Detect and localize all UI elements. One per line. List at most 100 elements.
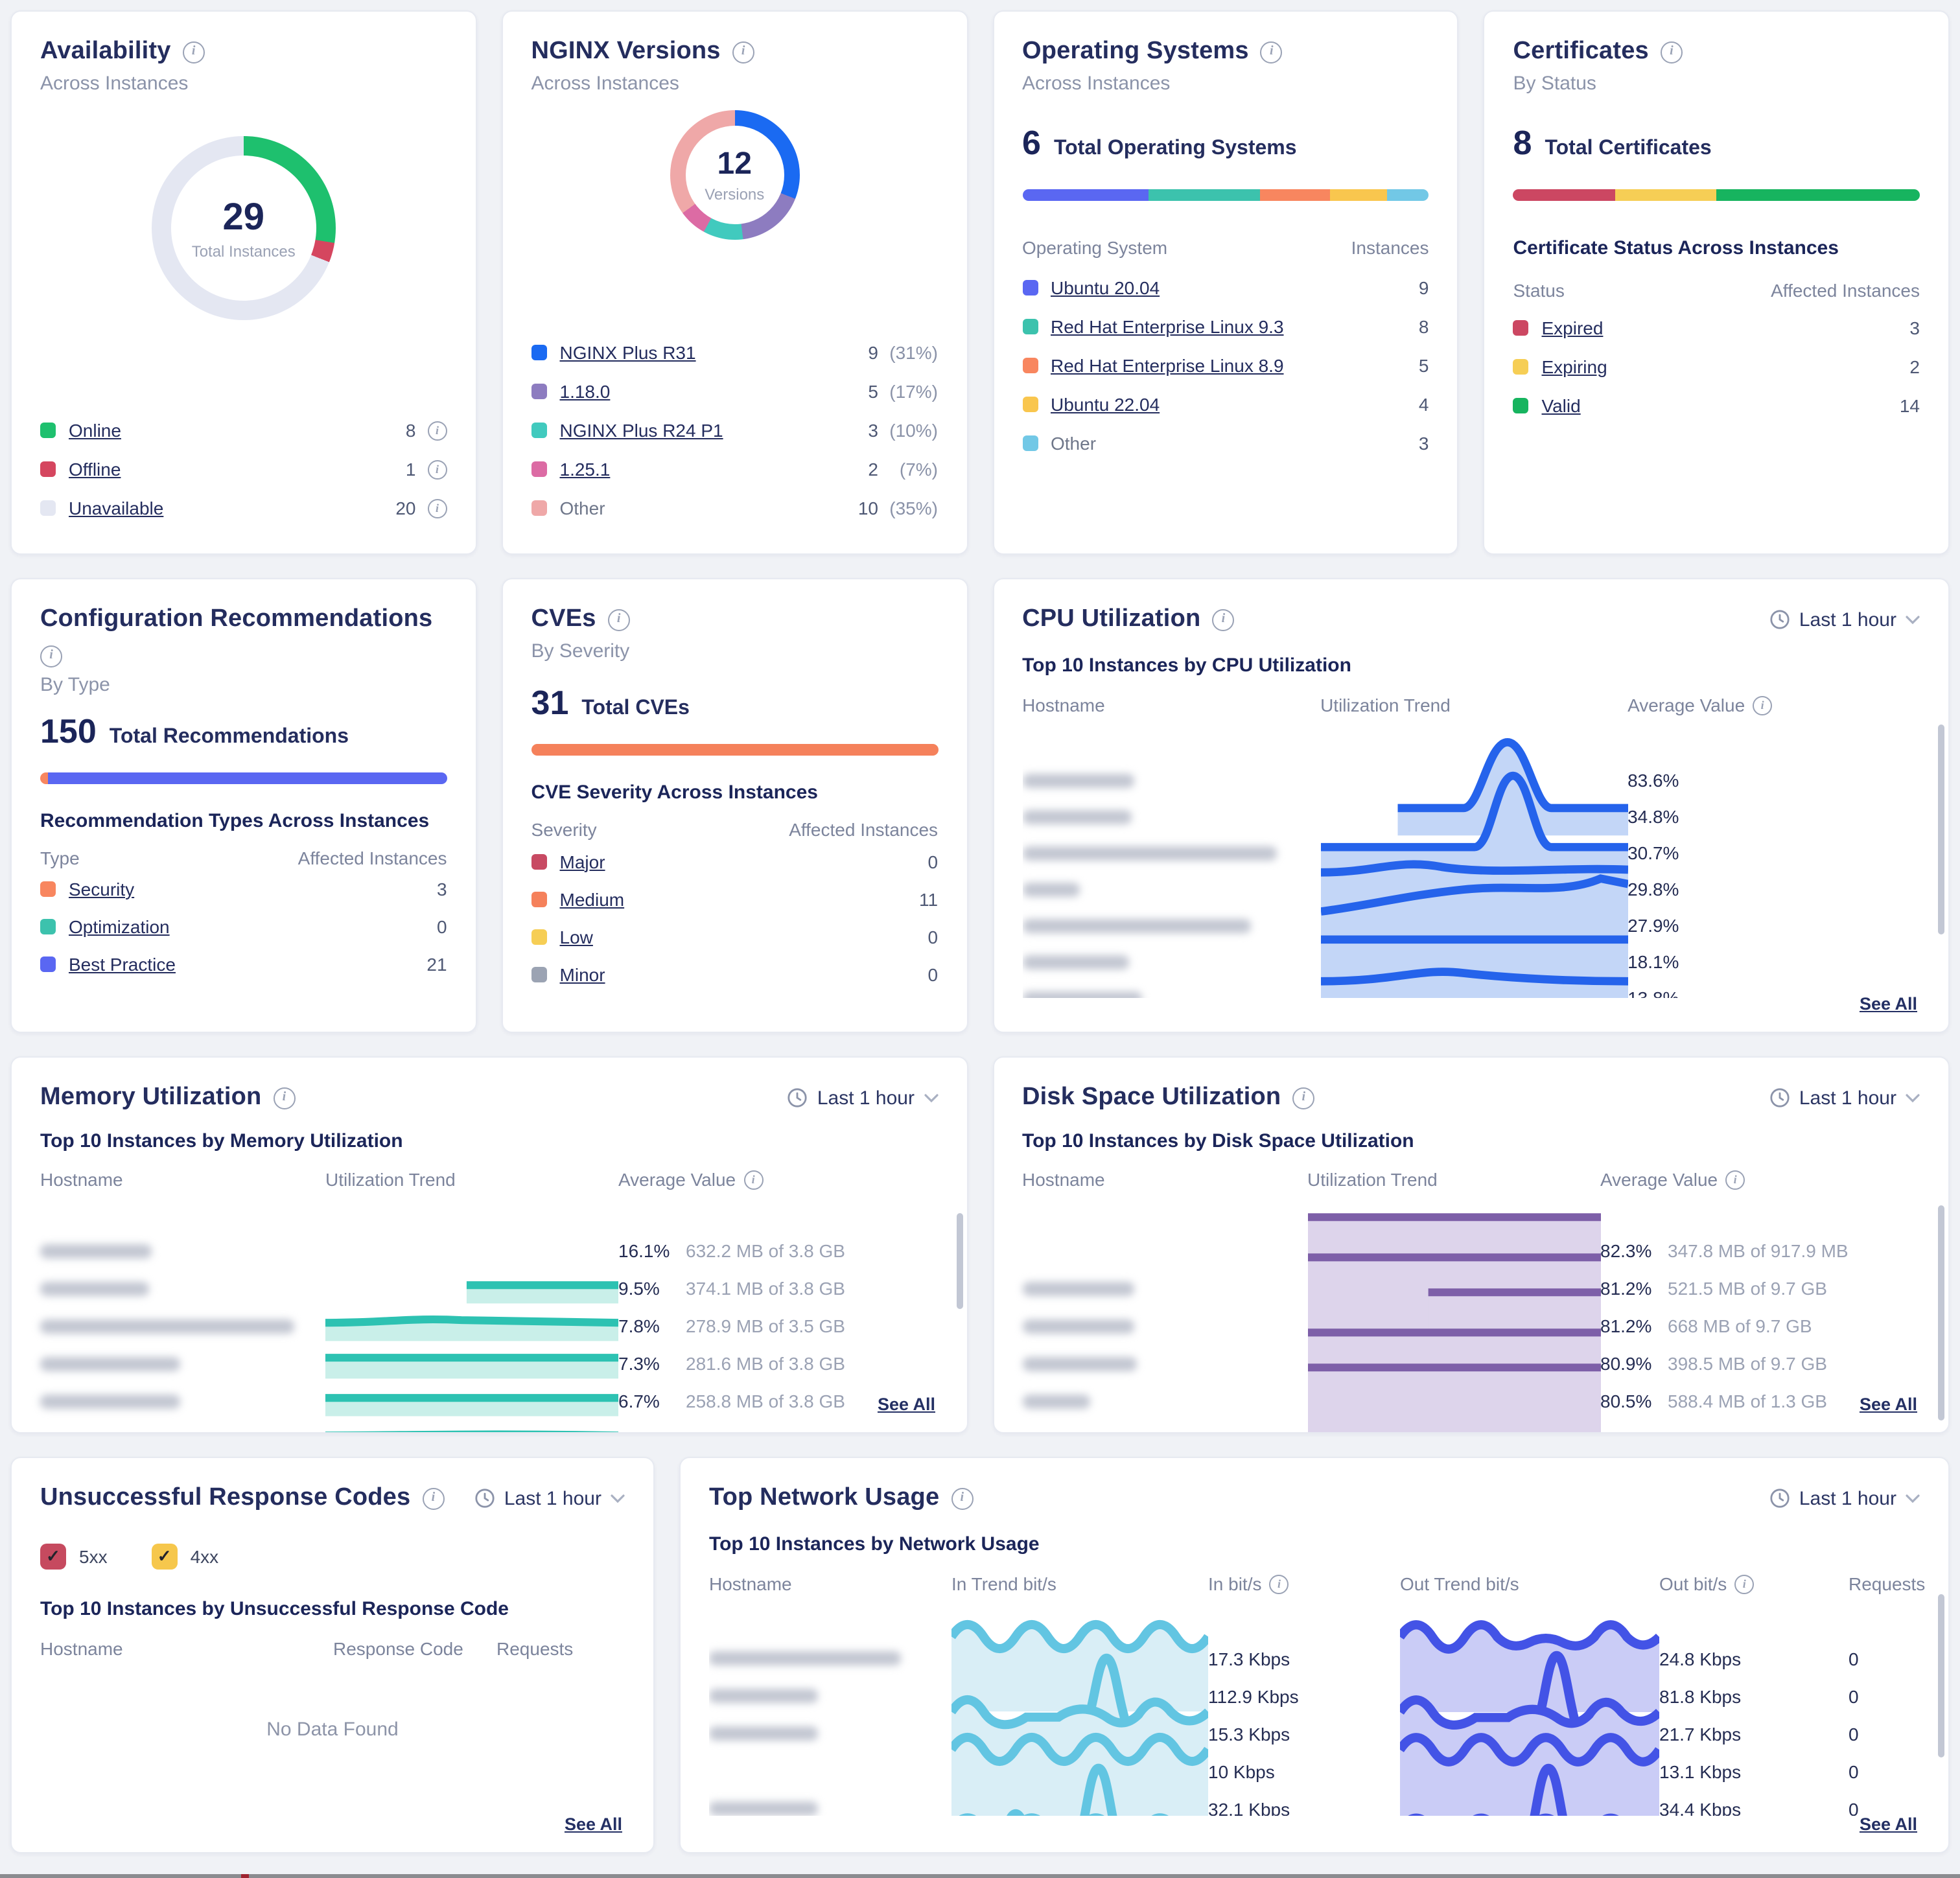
net-col-out: Out bit/s bbox=[1659, 1573, 1727, 1594]
major-link[interactable]: Major bbox=[560, 851, 605, 872]
cpu-trend-sparkline bbox=[1320, 980, 1628, 998]
info-icon[interactable]: i bbox=[1261, 41, 1283, 63]
out-value: 24.8 Kbps bbox=[1659, 1648, 1849, 1669]
cpu-average-value: 30.7% bbox=[1628, 843, 1920, 864]
memory-see-all-link[interactable]: See All bbox=[878, 1395, 935, 1414]
version-link[interactable]: NGINX Plus R31 bbox=[560, 342, 696, 363]
info-icon[interactable]: i bbox=[1753, 695, 1772, 715]
info-icon[interactable]: i bbox=[1212, 609, 1234, 631]
os-count: 3 bbox=[1419, 433, 1429, 454]
certificates-total-label: Total Certificates bbox=[1545, 137, 1711, 161]
os-col-header: Instances bbox=[1351, 237, 1429, 258]
cve-row: Minor 0 bbox=[531, 955, 939, 993]
requests-value: 0 bbox=[1849, 1648, 1920, 1669]
cve-count: 0 bbox=[928, 851, 938, 872]
disk-scrollbar[interactable] bbox=[1938, 1205, 1944, 1420]
offline-link[interactable]: Offline bbox=[69, 459, 121, 480]
legend-row: Other 10 (35%) bbox=[531, 489, 939, 527]
os-link[interactable]: Red Hat Enterprise Linux 9.3 bbox=[1051, 316, 1284, 337]
info-icon[interactable]: i bbox=[428, 459, 447, 479]
memory-average-detail: 278.9 MB of 3.5 GB bbox=[686, 1316, 845, 1337]
os-link[interactable]: Red Hat Enterprise Linux 8.9 bbox=[1051, 355, 1284, 376]
memory-time-range-dropdown[interactable]: Last 1 hour bbox=[788, 1087, 938, 1109]
disk-see-all-link[interactable]: See All bbox=[1860, 1395, 1917, 1414]
5xx-checkbox[interactable]: ✓ bbox=[40, 1544, 66, 1570]
network-time-range-dropdown[interactable]: Last 1 hour bbox=[1769, 1487, 1920, 1509]
medium-link[interactable]: Medium bbox=[560, 888, 625, 909]
os-link[interactable]: Ubuntu 22.04 bbox=[1051, 394, 1160, 415]
response-codes-time-range-dropdown[interactable]: Last 1 hour bbox=[474, 1487, 625, 1509]
info-icon[interactable]: i bbox=[743, 1170, 763, 1189]
valid-link[interactable]: Valid bbox=[1542, 395, 1581, 416]
info-icon[interactable]: i bbox=[951, 1487, 973, 1509]
disk-average-detail: 588.4 MB of 1.3 GB bbox=[1668, 1391, 1827, 1412]
cpu-scrollbar[interactable] bbox=[1938, 725, 1944, 934]
network-see-all-link[interactable]: See All bbox=[1860, 1814, 1917, 1834]
memory-average-detail: 632.2 MB of 3.8 GB bbox=[686, 1241, 845, 1262]
info-icon[interactable]: i bbox=[1270, 1574, 1289, 1594]
disk-trend-sparkline bbox=[1307, 1349, 1600, 1433]
version-link[interactable]: NGINX Plus R24 P1 bbox=[560, 420, 723, 441]
cpu-see-all-link[interactable]: See All bbox=[1860, 994, 1917, 1014]
os-subtitle: Across Instances bbox=[1022, 73, 1429, 95]
cert-color-chip bbox=[1513, 398, 1529, 413]
low-link[interactable]: Low bbox=[560, 926, 593, 947]
memory-time-range-label: Last 1 hour bbox=[817, 1087, 915, 1109]
cpu-table: 83.6% 34.8% 30.7% 29.8% bbox=[1022, 726, 1920, 998]
os-col-header: Operating System bbox=[1022, 237, 1167, 258]
cpu-time-range-dropdown[interactable]: Last 1 hour bbox=[1769, 609, 1920, 631]
memory-average-value: 9.5% bbox=[618, 1279, 686, 1299]
cves-card: CVEs i By Severity 31 Total CVEs CVE Sev… bbox=[502, 578, 968, 1033]
info-icon[interactable]: i bbox=[1734, 1574, 1754, 1594]
version-color-chip bbox=[531, 461, 547, 477]
memory-table: 16.1%632.2 MB of 3.8 GB 9.5%374.1 MB of … bbox=[40, 1199, 938, 1387]
info-icon[interactable]: i bbox=[40, 645, 62, 667]
hostname-redacted bbox=[1022, 774, 1134, 788]
requests-value: 0 bbox=[1849, 1798, 1920, 1816]
security-link[interactable]: Security bbox=[69, 879, 134, 899]
memory-average-value: 7.8% bbox=[618, 1316, 686, 1337]
rec-count: 21 bbox=[426, 954, 447, 975]
online-count: 8 bbox=[406, 420, 416, 441]
info-icon[interactable]: i bbox=[428, 498, 447, 518]
legend-row: 1.18.0 5 (17%) bbox=[531, 372, 939, 411]
info-icon[interactable]: i bbox=[273, 1087, 295, 1109]
os-row: Ubuntu 20.04 9 bbox=[1022, 268, 1429, 307]
info-icon[interactable]: i bbox=[1292, 1087, 1314, 1109]
info-icon[interactable]: i bbox=[422, 1487, 444, 1509]
table-row: 82.3%347.8 MB of 917.9 MB bbox=[1022, 1199, 1920, 1236]
4xx-checkbox[interactable]: ✓ bbox=[152, 1544, 178, 1570]
expired-link[interactable]: Expired bbox=[1542, 318, 1604, 338]
version-link[interactable]: 1.18.0 bbox=[560, 381, 611, 402]
info-icon[interactable]: i bbox=[1661, 41, 1683, 63]
disk-time-range-dropdown[interactable]: Last 1 hour bbox=[1769, 1087, 1920, 1109]
online-link[interactable]: Online bbox=[69, 420, 121, 441]
table-row: 83.6% bbox=[1022, 726, 1920, 762]
version-color-chip bbox=[531, 500, 547, 516]
optimization-link[interactable]: Optimization bbox=[69, 916, 170, 937]
info-icon[interactable]: i bbox=[428, 421, 447, 440]
memory-scrollbar[interactable] bbox=[956, 1213, 962, 1309]
memory-col-hostname: Hostname bbox=[40, 1169, 325, 1190]
version-link[interactable]: 1.25.1 bbox=[560, 459, 611, 480]
rec-color-chip bbox=[40, 919, 56, 934]
disk-average-value: 81.2% bbox=[1600, 1316, 1668, 1337]
os-link[interactable]: Ubuntu 20.04 bbox=[1051, 277, 1160, 298]
response-codes-see-all-link[interactable]: See All bbox=[565, 1814, 622, 1834]
requests-value: 0 bbox=[1849, 1723, 1920, 1744]
info-icon[interactable]: i bbox=[1725, 1170, 1745, 1189]
minor-link[interactable]: Minor bbox=[560, 964, 605, 984]
unavailable-count: 20 bbox=[395, 498, 415, 518]
info-icon[interactable]: i bbox=[183, 41, 205, 63]
availability-total: 29 bbox=[222, 196, 264, 239]
certificates-title: Certificates bbox=[1513, 38, 1649, 66]
info-icon[interactable]: i bbox=[608, 609, 630, 631]
version-other-label: Other bbox=[560, 498, 605, 518]
best-practice-link[interactable]: Best Practice bbox=[69, 954, 176, 975]
expiring-link[interactable]: Expiring bbox=[1542, 356, 1607, 377]
network-scrollbar[interactable] bbox=[1938, 1594, 1944, 1757]
hostname-redacted bbox=[1022, 810, 1131, 824]
info-icon[interactable]: i bbox=[732, 41, 754, 63]
unavailable-link[interactable]: Unavailable bbox=[69, 498, 163, 518]
memory-average-detail: 258.8 MB of 3.8 GB bbox=[686, 1391, 845, 1412]
